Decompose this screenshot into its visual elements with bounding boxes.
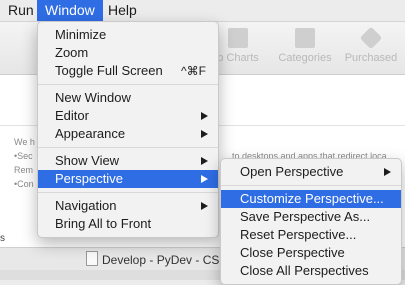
menu-item-label: Bring All to Front (55, 216, 152, 231)
menu-item-label: Show View (55, 153, 120, 168)
menu-item-label: Minimize (55, 27, 107, 42)
menu-item-label: Reset Perspective... (240, 227, 357, 242)
menu-separator (38, 84, 218, 85)
menu-item-customize-perspective[interactable]: Customize Perspective... (221, 190, 401, 208)
toolbar-categories-label: Categories (278, 52, 332, 64)
menu-separator (38, 192, 218, 193)
menu-item-perspective[interactable]: Perspective (38, 170, 218, 188)
status-perspective-item[interactable]: Develop - PyDev - CS (86, 251, 219, 267)
menu-item-save-perspective-as[interactable]: Save Perspective As... (221, 208, 401, 226)
menu-bar: Run Window Help (0, 0, 405, 22)
submenu-arrow-icon (201, 157, 208, 165)
menu-item-reset-perspective[interactable]: Reset Perspective... (221, 226, 401, 244)
menu-item-label: Customize Perspective... (240, 191, 384, 206)
toolbar-purchased-label: Purchased (344, 52, 398, 64)
submenu-arrow-icon (384, 168, 391, 176)
bg-text-line: Rem (14, 165, 34, 175)
submenu-arrow-icon (201, 175, 208, 183)
menu-item-appearance[interactable]: Appearance (38, 125, 218, 143)
menu-item-label: New Window (55, 90, 131, 105)
submenu-arrow-icon (201, 130, 208, 138)
submenu-arrow-icon (201, 112, 208, 120)
menu-item-close-perspective[interactable]: Close Perspective (221, 244, 401, 262)
menu-item-label: Toggle Full Screen (55, 63, 163, 78)
menu-item-toggle-full-screen[interactable]: Toggle Full Screen ^⌘F (38, 62, 218, 80)
file-icon (86, 251, 98, 266)
menu-item-label: Close All Perspectives (240, 263, 369, 278)
bg-text-line: We h (14, 137, 35, 147)
menu-item-label: Zoom (55, 45, 89, 60)
menu-item-open-perspective[interactable]: Open Perspective (221, 163, 401, 181)
toolbar-categories-button[interactable]: Categories (271, 28, 339, 64)
menu-item-bring-all-to-front[interactable]: Bring All to Front (38, 215, 218, 233)
bg-text-line: •Sec (14, 151, 33, 161)
menu-separator (38, 147, 218, 148)
chart-icon (228, 28, 248, 48)
bg-side-label: s (0, 233, 5, 244)
menu-help[interactable]: Help (100, 0, 145, 21)
shortcut-label: ^⌘F (181, 64, 206, 78)
menu-run[interactable]: Run (0, 0, 42, 21)
menu-item-label: Save Perspective As... (240, 209, 371, 224)
menu-item-minimize[interactable]: Minimize (38, 26, 218, 44)
toolbar-charts-label: p Charts (217, 52, 259, 64)
menu-separator (221, 185, 401, 186)
perspective-submenu: Open Perspective Customize Perspective..… (220, 158, 402, 285)
bg-text-line: •Con (14, 179, 34, 189)
tag-icon (359, 26, 383, 50)
menu-item-new-window[interactable]: New Window (38, 89, 218, 107)
status-label: Develop - PyDev - CS (102, 253, 220, 267)
menu-item-zoom[interactable]: Zoom (38, 44, 218, 62)
menu-item-close-all-perspectives[interactable]: Close All Perspectives (221, 262, 401, 280)
menu-item-label: Appearance (55, 126, 126, 141)
menu-item-show-view[interactable]: Show View (38, 152, 218, 170)
menu-item-navigation[interactable]: Navigation (38, 197, 218, 215)
toolbar-purchased-button[interactable]: Purchased (337, 26, 405, 64)
menu-item-label: Open Perspective (240, 164, 344, 179)
menu-item-label: Close Perspective (240, 245, 345, 260)
window-menu: Minimize Zoom Toggle Full Screen ^⌘F New … (37, 21, 219, 238)
menu-window[interactable]: Window (37, 0, 103, 21)
submenu-arrow-icon (201, 202, 208, 210)
menu-item-editor[interactable]: Editor (38, 107, 218, 125)
categories-icon (295, 28, 315, 48)
menu-item-label: Perspective (55, 171, 123, 186)
menu-item-label: Editor (55, 108, 89, 123)
menu-item-label: Navigation (55, 198, 117, 213)
